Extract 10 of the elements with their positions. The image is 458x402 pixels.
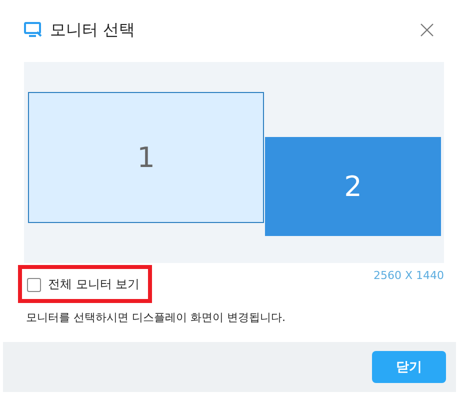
checkbox-label[interactable]: 전체 모니터 보기 <box>48 276 140 293</box>
monitor-tile[interactable]: 2 <box>265 137 441 236</box>
monitor-tile[interactable]: 1 <box>28 92 264 223</box>
description-text: 모니터를 선택하시면 디스플레이 화면이 변경됩니다. <box>26 310 286 325</box>
close-button[interactable]: 닫기 <box>372 351 446 383</box>
resolution-text: 2560 X 1440 <box>373 269 444 282</box>
monitor-icon <box>24 22 42 38</box>
dialog-title: 모니터 선택 <box>50 20 136 40</box>
checkbox[interactable] <box>27 278 41 292</box>
close-icon[interactable] <box>420 23 434 37</box>
